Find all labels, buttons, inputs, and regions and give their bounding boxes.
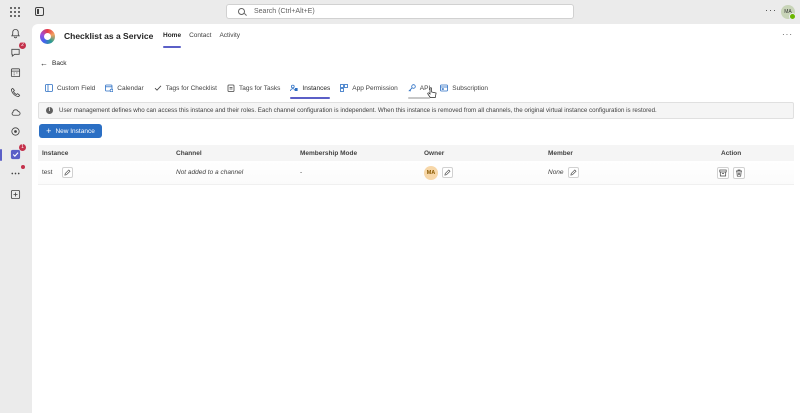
tab-tags-for-tasks[interactable]: Tags for Tasks xyxy=(222,81,285,95)
owner-avatar: MA xyxy=(424,165,438,180)
edit-owner-button[interactable] xyxy=(442,167,453,178)
checklist-badge: 1 xyxy=(19,144,26,151)
phone-icon[interactable] xyxy=(9,86,22,99)
chat-icon[interactable]: 2 xyxy=(9,42,26,59)
tab-custom-field[interactable]: Custom Field xyxy=(40,81,100,95)
edit-member-button[interactable] xyxy=(567,167,579,178)
tab-app-permission[interactable]: App Permission xyxy=(335,81,403,95)
instance-name: test xyxy=(42,169,53,176)
header-channel: Channel xyxy=(176,149,202,157)
pencil-icon xyxy=(570,169,577,176)
app-logo-icon xyxy=(40,29,55,44)
action-cell xyxy=(717,166,745,179)
info-icon: i xyxy=(46,107,53,114)
tab-label: App Permission xyxy=(352,84,398,92)
app-title: Checklist as a Service xyxy=(64,31,154,41)
tab-subscription[interactable]: Subscription xyxy=(435,81,493,95)
app-launcher-icon[interactable] xyxy=(10,7,20,17)
header-instance: Instance xyxy=(42,149,69,157)
active-app-indicator xyxy=(0,149,2,161)
settings-more-icon[interactable]: ··· xyxy=(765,5,777,15)
table-row: test Not added to a channel - MA None xyxy=(38,161,794,185)
check-icon xyxy=(154,84,162,92)
tab-label: Instances xyxy=(302,84,331,92)
subscription-icon xyxy=(440,84,449,92)
header-membership-mode: Membership Mode xyxy=(300,149,358,157)
calendar-icon[interactable] xyxy=(9,66,22,79)
header-action: Action xyxy=(721,149,742,157)
nav-contact[interactable]: Contact xyxy=(185,24,215,49)
tab-calendar[interactable]: Calendar xyxy=(100,81,148,95)
app-rail: 2 1 xyxy=(0,24,32,413)
calendar-icon xyxy=(105,84,114,92)
plus-icon: + xyxy=(46,125,52,136)
new-instance-button[interactable]: + New Instance xyxy=(39,124,102,138)
more-apps-icon[interactable] xyxy=(9,165,25,180)
pencil-icon xyxy=(444,169,451,176)
bell-icon[interactable] xyxy=(9,27,22,40)
member-value: None xyxy=(548,169,564,176)
add-app-icon[interactable] xyxy=(9,188,22,201)
new-instance-label: New Instance xyxy=(55,127,95,135)
pencil-icon xyxy=(64,169,71,176)
cloud-icon[interactable] xyxy=(9,106,22,119)
nav-home[interactable]: Home xyxy=(159,24,185,49)
key-icon xyxy=(408,84,416,92)
info-banner: i User management defines who can access… xyxy=(38,102,794,119)
archive-button[interactable] xyxy=(717,166,729,179)
tab-label: Subscription xyxy=(452,84,489,92)
owner-cell: MA xyxy=(424,165,453,180)
tab-label: Calendar xyxy=(117,84,144,92)
nav-activity[interactable]: Activity xyxy=(215,24,244,49)
archive-icon xyxy=(719,169,727,176)
app-nav: Home Contact Activity xyxy=(159,24,244,49)
tab-label: Custom Field xyxy=(57,84,96,92)
trash-icon xyxy=(736,169,742,177)
channel-cell: Not added to a channel xyxy=(176,169,244,176)
header-member: Member xyxy=(548,149,573,157)
toggle-sidebar-icon[interactable] xyxy=(35,7,44,16)
copilot-icon[interactable] xyxy=(9,125,22,138)
settings-tabs: Custom Field Calendar Tags for Checklist… xyxy=(40,81,493,99)
app-more-icon[interactable]: ··· xyxy=(782,30,793,39)
tab-instances[interactable]: Instances xyxy=(285,81,335,99)
chat-badge: 2 xyxy=(19,42,26,49)
app-main-panel: Checklist as a Service Home Contact Acti… xyxy=(32,24,800,413)
search-input[interactable]: Search (Ctrl+Alt+E) xyxy=(226,4,574,19)
mouse-cursor-icon xyxy=(427,87,437,98)
membership-mode-cell: - xyxy=(300,169,303,176)
tab-tags-for-checklist[interactable]: Tags for Checklist xyxy=(149,81,222,95)
delete-button[interactable] xyxy=(733,166,745,179)
app-header: Checklist as a Service Home Contact Acti… xyxy=(32,24,800,49)
checklist-app-icon[interactable]: 1 xyxy=(9,144,26,161)
people-icon xyxy=(290,84,299,92)
tab-label: Tags for Tasks xyxy=(238,84,281,92)
instances-table: Instance Channel Membership Mode Owner M… xyxy=(38,145,794,185)
instance-cell: test xyxy=(42,167,74,178)
edit-instance-button[interactable] xyxy=(62,167,74,178)
more-apps-dot xyxy=(21,165,25,169)
search-placeholder: Search (Ctrl+Alt+E) xyxy=(254,8,315,15)
tab-label: Tags for Checklist xyxy=(165,84,217,92)
back-arrow-icon: ← xyxy=(40,59,48,68)
table-header: Instance Channel Membership Mode Owner M… xyxy=(38,145,794,161)
header-owner: Owner xyxy=(424,149,445,157)
app-permission-icon xyxy=(340,84,349,92)
profile-avatar[interactable]: MA xyxy=(781,5,796,20)
title-bar: Search (Ctrl+Alt+E) ··· MA xyxy=(0,0,800,24)
form-icon xyxy=(45,84,53,92)
back-label: Back xyxy=(52,60,67,67)
info-text: User management defines who can access t… xyxy=(59,107,657,114)
member-cell: None xyxy=(548,167,579,178)
clipboard-icon xyxy=(227,84,235,92)
search-icon xyxy=(238,8,245,15)
back-button[interactable]: ← Back xyxy=(40,59,66,68)
